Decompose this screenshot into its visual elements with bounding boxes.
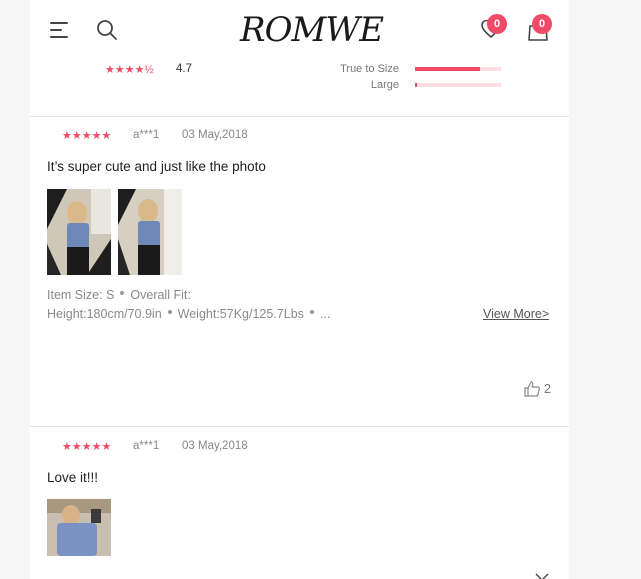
review-user: a***1: [133, 440, 160, 452]
review-size-info: Item Size: S Overall Fit:: [47, 288, 191, 302]
reviewer-weight: Weight:57Kg/125.7Lbs: [177, 307, 304, 321]
view-more-link[interactable]: View More>: [483, 307, 549, 321]
header-bar: ROMWE 0 0: [30, 0, 569, 62]
search-icon[interactable]: [96, 19, 118, 41]
menu-icon[interactable]: [50, 22, 70, 38]
wishlist-count-badge: 0: [487, 14, 507, 34]
bag-count-badge: 0: [532, 14, 552, 34]
reviewer-height: Height:180cm/70.9in: [47, 307, 162, 321]
review-item: ★★★★★ a***1 03 May,2018 It’s super cute …: [30, 116, 569, 426]
fit-bar-true-to-size: [415, 67, 501, 71]
summary-stars: ★★★★½: [105, 64, 154, 76]
review-photo[interactable]: [47, 499, 111, 556]
like-count: 2: [544, 382, 551, 396]
chevron-down-icon[interactable]: [535, 568, 549, 579]
review-body-info: Height:180cm/70.9in Weight:57Kg/125.7Lbs.…: [47, 307, 330, 321]
ellipsis: ...: [319, 307, 331, 321]
fit-bar-fill: [415, 67, 481, 71]
review-date: 03 May,2018: [182, 440, 248, 452]
rating-summary: ★★★★½ 4.7 True to Size Large: [30, 62, 569, 117]
reviews-page: ROMWE 0 0 ★★★★½ 4.7 True to Size Large ★…: [30, 0, 569, 579]
summary-score: 4.7: [176, 63, 192, 75]
overall-fit: Overall Fit:: [130, 288, 191, 302]
review-user: a***1: [133, 129, 160, 141]
review-item: ★★★★★ a***1 03 May,2018 Love it!!!: [30, 427, 569, 579]
separator-dot: [120, 291, 125, 295]
review-photo[interactable]: [118, 189, 182, 275]
fit-label-large: Large: [370, 79, 399, 91]
review-date: 03 May,2018: [182, 129, 248, 141]
item-size: Item Size: S: [47, 288, 115, 302]
review-photo[interactable]: [47, 189, 111, 275]
romwe-logo[interactable]: ROMWE: [240, 8, 384, 52]
fit-bar-fill: [415, 83, 417, 87]
review-text: Love it!!!: [47, 470, 99, 485]
fit-bar-large: [415, 83, 501, 87]
like-button[interactable]: 2: [523, 380, 555, 398]
separator-dot: [309, 310, 314, 314]
review-stars: ★★★★★: [62, 130, 112, 142]
fit-label-true-to-size: True to Size: [340, 63, 399, 75]
thumbs-up-icon: [523, 380, 541, 403]
separator-dot: [167, 310, 172, 314]
review-stars: ★★★★★: [62, 441, 112, 453]
review-text: It’s super cute and just like the photo: [47, 159, 266, 174]
